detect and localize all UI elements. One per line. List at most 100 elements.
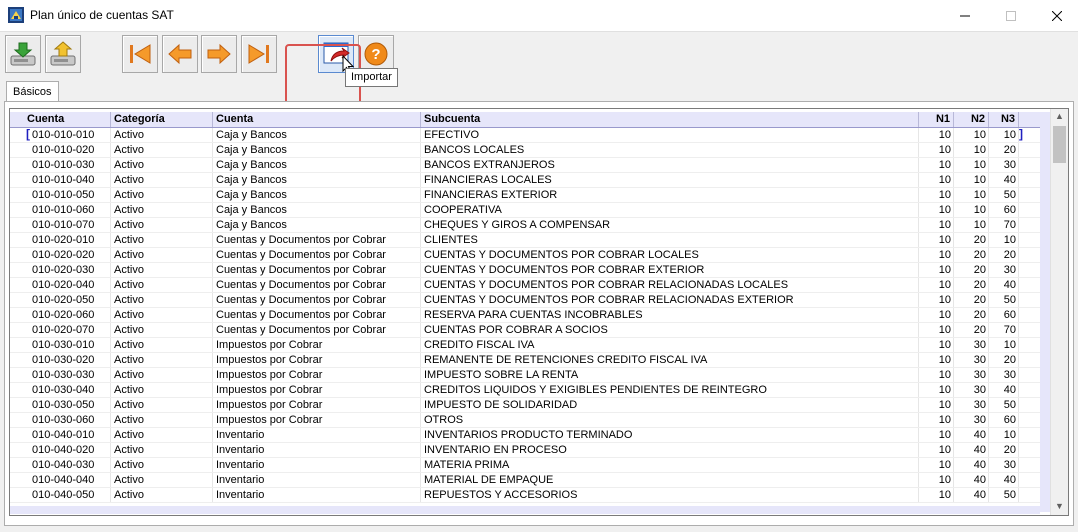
cell-n1: 10 [938,159,951,171]
cell-cuenta: 010-020-010 [32,234,95,246]
column-separator [1018,398,1019,412]
table-row[interactable]: 010-010-020 Activo Caja y Bancos BANCOS LOC… [10,143,1040,158]
table-row[interactable]: 010-040-050 Activo Inventario REPUESTOS Y A… [10,488,1040,503]
cell-subcuenta: IMPUESTO DE SOLIDARIDAD [424,399,578,411]
table-row[interactable]: 010-040-040 Activo Inventario MATERIAL DE E… [10,473,1040,488]
toolbar: ? [0,31,1078,131]
maximize-button[interactable] [988,0,1034,31]
minimize-button[interactable] [942,0,988,31]
column-separator [1018,233,1019,247]
table-row[interactable]: 010-030-060 Activo Impuestos por Cobrar OTR… [10,413,1040,428]
column-header-subcuenta[interactable]: Subcuenta [421,112,919,127]
table-row[interactable]: 010-020-070 Activo Cuentas y Documentos po… [10,323,1040,338]
table-row[interactable]: 010-010-030 Activo Caja y Bancos BANCOS EXT… [10,158,1040,173]
cell-n2: 10 [973,144,986,156]
cell-n3: 60 [1003,204,1016,216]
first-record-button[interactable] [122,35,158,73]
cell-n2: 20 [973,309,986,321]
last-icon [248,44,269,64]
column-separator [110,143,111,157]
table-row[interactable]: 010-010-040 Activo Caja y Bancos FINANCIERA… [10,173,1040,188]
column-header-cuenta[interactable]: Cuenta [24,112,111,127]
cell-cuenta: 010-040-010 [32,429,95,441]
column-separator [1018,488,1019,502]
column-separator [420,173,421,187]
upload-button[interactable] [45,35,81,73]
cell-categoria: Activo [114,279,144,291]
cell-cuenta: 010-030-040 [32,384,95,396]
previous-record-button[interactable] [162,35,198,73]
cell-cuenta-nombre: Inventario [216,474,265,486]
table-row[interactable]: 010-020-040 Activo Cuentas y Documentos po… [10,278,1040,293]
table-row[interactable]: 010-020-060 Activo Cuentas y Documentos po… [10,308,1040,323]
table-row[interactable]: 010-020-050 Activo Cuentas y Documentos po… [10,293,1040,308]
cell-n2: 20 [973,324,986,336]
cell-n2: 40 [973,429,986,441]
column-separator [420,218,421,232]
column-separator [1018,368,1019,382]
cell-n1: 10 [938,234,951,246]
cell-cuenta-nombre: Caja y Bancos [216,144,287,156]
column-header-cuenta-nombre[interactable]: Cuenta [213,112,421,127]
table-row[interactable]: 010-040-010 Activo Inventario INVENTARIOS P… [10,428,1040,443]
cell-n3: 40 [1003,279,1016,291]
column-separator [110,293,111,307]
cell-n3: 10 [1003,339,1016,351]
save-button[interactable] [5,35,41,73]
column-separator [1018,323,1019,337]
column-separator [1018,263,1019,277]
table-row[interactable]: 010-010-070 Activo Caja y Bancos CHEQUES Y … [10,218,1040,233]
cell-categoria: Activo [114,354,144,366]
close-button[interactable] [1034,0,1078,31]
table-row[interactable]: 010-030-040 Activo Impuestos por Cobrar CRE… [10,383,1040,398]
table-row[interactable]: 010-040-030 Activo Inventario MATERIA PRIMA… [10,458,1040,473]
cell-n2: 10 [973,159,986,171]
scrollbar-thumb[interactable] [1053,126,1066,163]
cell-cuenta-nombre: Impuestos por Cobrar [216,414,323,426]
table-row[interactable]: 010-010-060 Activo Caja y Bancos COOPERATIV… [10,203,1040,218]
column-header-n3[interactable]: N3 [989,112,1019,127]
table-row[interactable]: 010-030-050 Activo Impuestos por Cobrar IMP… [10,398,1040,413]
cell-categoria: Activo [114,474,144,486]
accounts-grid[interactable]: Cuenta Categoría Cuenta Subcuenta N1 N2 … [9,108,1069,516]
column-separator [1018,458,1019,472]
table-row[interactable]: 010-030-030 Activo Impuestos por Cobrar IMP… [10,368,1040,383]
vertical-scrollbar[interactable]: ▲ ▼ [1050,109,1068,515]
column-separator [212,128,213,142]
table-row[interactable]: 010-030-020 Activo Impuestos por Cobrar REM… [10,353,1040,368]
table-row[interactable]: 010-020-030 Activo Cuentas y Documentos po… [10,263,1040,278]
cell-categoria: Activo [114,444,144,456]
scroll-up-icon[interactable]: ▲ [1055,111,1064,121]
column-separator [1018,353,1019,367]
table-row[interactable]: 010-020-020 Activo Cuentas y Documentos po… [10,248,1040,263]
column-header-n2[interactable]: N2 [954,112,989,127]
cell-cuenta-nombre: Caja y Bancos [216,174,287,186]
column-separator [110,188,111,202]
tab-basicos[interactable]: Básicos [6,81,59,102]
cell-categoria: Activo [114,129,144,141]
cell-n2: 30 [973,414,986,426]
scroll-down-icon[interactable]: ▼ [1055,501,1064,511]
table-row[interactable]: 010-010-010 Activo Caja y Bancos EFECTIVO 10… [10,127,1040,143]
cell-n3: 70 [1003,219,1016,231]
table-row[interactable]: 010-030-010 Activo Impuestos por Cobrar CRE… [10,338,1040,353]
cell-subcuenta: IMPUESTO SOBRE LA RENTA [424,369,579,381]
cell-categoria: Activo [114,309,144,321]
arrow-right-icon [207,43,231,65]
column-separator [110,368,111,382]
column-separator [110,248,111,262]
grid-header: Cuenta Categoría Cuenta Subcuenta N1 N2 … [10,112,1040,128]
cell-n3: 20 [1003,444,1016,456]
next-record-button[interactable] [201,35,237,73]
cell-categoria: Activo [114,324,144,336]
table-row[interactable]: 010-040-020 Activo Inventario INVENTARIO EN… [10,443,1040,458]
table-row[interactable]: 010-010-050 Activo Caja y Bancos FINANCIERA… [10,188,1040,203]
table-row[interactable]: 010-020-010 Activo Cuentas y Documentos po… [10,233,1040,248]
column-header-n1[interactable]: N1 [919,112,954,127]
last-record-button[interactable] [241,35,277,73]
column-separator [420,443,421,457]
column-separator [110,203,111,217]
column-header-categoria[interactable]: Categoría [111,112,213,127]
cell-categoria: Activo [114,489,144,501]
cell-cuenta-nombre: Cuentas y Documentos por Cobrar [216,279,386,291]
